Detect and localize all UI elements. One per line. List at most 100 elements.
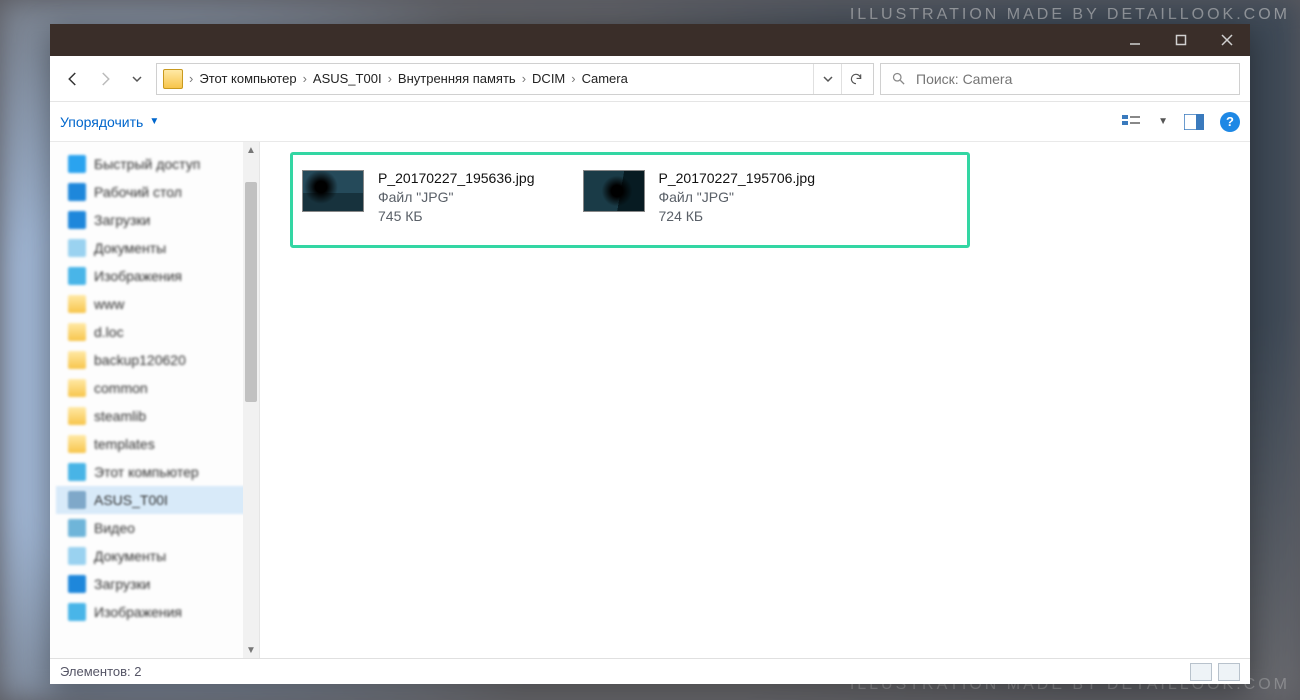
nav-item[interactable]: Рабочий стол [56,178,259,206]
nav-item-label: steamlib [94,408,146,424]
nav-item-label: Изображения [94,604,182,620]
breadcrumb-dropdown-button[interactable] [813,64,841,94]
breadcrumb-segment[interactable]: Внутренняя память [394,71,520,86]
chevron-down-icon[interactable]: ▼ [1158,116,1168,127]
nav-forward-button[interactable] [92,66,118,92]
phone-icon [68,491,86,509]
file-size: 745 КБ [378,208,535,224]
organize-label: Упорядочить [60,114,143,130]
nav-item-label: Документы [94,240,166,256]
view-details-button[interactable] [1190,663,1212,681]
nav-item[interactable]: steamlib [56,402,259,430]
breadcrumb-segment[interactable]: Camera [578,71,632,86]
folder-icon [163,69,183,89]
nav-item[interactable]: Загрузки [56,206,259,234]
file-type: Файл "JPG" [378,189,535,205]
nav-item[interactable]: Этот компьютер [56,458,259,486]
nav-item-label: Быстрый доступ [94,156,200,172]
chevron-down-icon: ▼ [149,116,159,127]
nav-item[interactable]: Документы [56,542,259,570]
breadcrumb[interactable]: › Этот компьютер › ASUS_T00I › Внутрення… [156,63,874,95]
window-close-button[interactable] [1204,24,1250,56]
nav-item[interactable]: templates [56,430,259,458]
chevron-right-icon[interactable]: › [388,71,392,86]
breadcrumb-segment[interactable]: ASUS_T00I [309,71,386,86]
file-name: P_20170227_195636.jpg [378,170,535,186]
nav-item[interactable]: Загрузки [56,570,259,598]
nav-item-label: Загрузки [94,212,150,228]
nav-item-label: backup120620 [94,352,186,368]
chevron-right-icon[interactable]: › [303,71,307,86]
chevron-right-icon[interactable]: › [189,71,193,86]
nav-item-label: templates [94,436,155,452]
img-icon [68,267,86,285]
breadcrumb-segment[interactable]: DCIM [528,71,569,86]
folder-icon [68,435,86,453]
navigation-pane[interactable]: Быстрый доступ Рабочий стол Загрузки Докуме… [50,142,260,658]
organize-button[interactable]: Упорядочить ▼ [60,114,159,130]
nav-item-label: ASUS_T00I [94,492,168,508]
chevron-right-icon[interactable]: › [522,71,526,86]
window-maximize-button[interactable] [1158,24,1204,56]
file-item[interactable]: P_20170227_195706.jpg Файл "JPG" 724 КБ [579,166,820,228]
nav-item[interactable]: www [56,290,259,318]
refresh-button[interactable] [841,64,869,94]
nav-item[interactable]: Изображения [56,262,259,290]
folder-icon [68,351,86,369]
desk-icon [68,183,86,201]
search-input[interactable] [916,71,1229,87]
nav-item[interactable]: Документы [56,234,259,262]
search-box[interactable] [880,63,1240,95]
nav-recent-dropdown[interactable] [124,66,150,92]
chevron-right-icon[interactable]: › [571,71,575,86]
nav-item[interactable]: Видео [56,514,259,542]
file-thumbnail [302,170,364,212]
scroll-down-button[interactable]: ▼ [243,642,259,658]
nav-item-label: Загрузки [94,576,150,592]
scroll-up-button[interactable]: ▲ [243,142,259,158]
search-icon [891,71,906,86]
nav-item[interactable]: Изображения [56,598,259,626]
dl-icon [68,575,86,593]
view-options-button[interactable] [1122,112,1142,132]
explorer-window: › Этот компьютер › ASUS_T00I › Внутрення… [50,24,1250,684]
nav-item[interactable]: Быстрый доступ [56,150,259,178]
file-type: Файл "JPG" [659,189,816,205]
nav-item[interactable]: backup120620 [56,346,259,374]
preview-pane-button[interactable] [1184,112,1204,132]
item-count-label: Элементов: 2 [60,664,141,679]
view-large-icons-button[interactable] [1218,663,1240,681]
folder-icon [68,295,86,313]
file-size: 724 КБ [659,208,816,224]
window-titlebar[interactable] [50,24,1250,56]
nav-item-label: Этот компьютер [94,464,199,480]
help-button[interactable]: ? [1220,112,1240,132]
star-icon [68,155,86,173]
nav-back-button[interactable] [60,66,86,92]
file-name: P_20170227_195706.jpg [659,170,816,186]
nav-scrollbar[interactable]: ▲ ▼ [243,142,259,658]
doc-icon [68,547,86,565]
video-icon [68,519,86,537]
folder-icon [68,379,86,397]
nav-item[interactable]: common [56,374,259,402]
scroll-thumb[interactable] [245,182,257,402]
folder-icon [68,407,86,425]
pc-icon [68,463,86,481]
nav-item-label: d.loc [94,324,124,340]
nav-item[interactable]: ASUS_T00I [56,486,259,514]
nav-item-label: Видео [94,520,135,536]
address-bar: › Этот компьютер › ASUS_T00I › Внутрення… [50,56,1250,102]
nav-item-label: Рабочий стол [94,184,182,200]
window-minimize-button[interactable] [1112,24,1158,56]
file-item[interactable]: P_20170227_195636.jpg Файл "JPG" 745 КБ [298,166,539,228]
breadcrumb-segment[interactable]: Этот компьютер [195,71,300,86]
doc-icon [68,239,86,257]
dl-icon [68,211,86,229]
command-bar: Упорядочить ▼ ▼ ? [50,102,1250,142]
nav-item-label: common [94,380,148,396]
img-icon [68,603,86,621]
status-bar: Элементов: 2 [50,658,1250,684]
nav-item[interactable]: d.loc [56,318,259,346]
file-list-area[interactable]: P_20170227_195636.jpg Файл "JPG" 745 КБ … [260,142,1250,658]
